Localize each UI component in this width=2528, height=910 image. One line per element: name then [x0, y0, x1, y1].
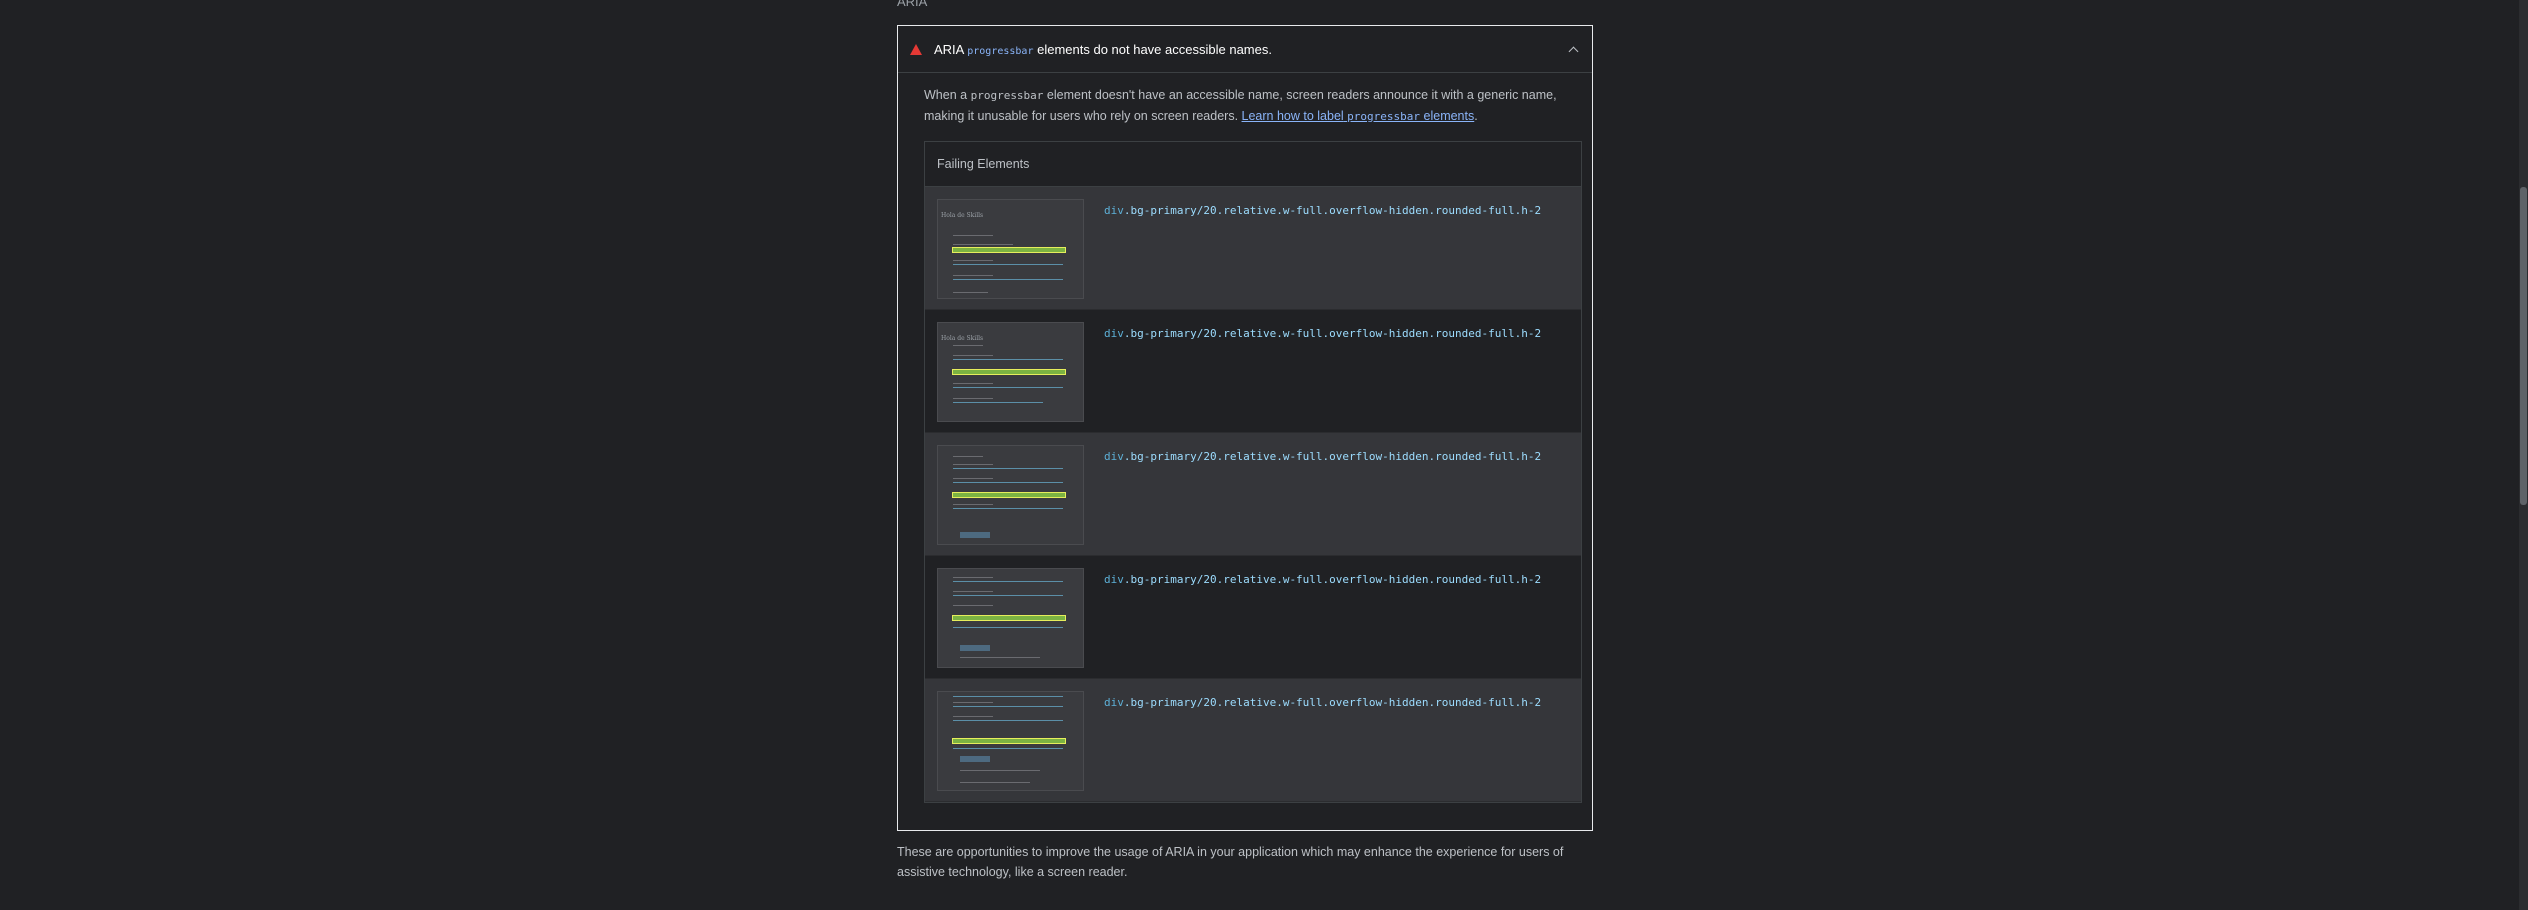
page: ARIA ARIA progressbar elements do not ha… — [0, 0, 2528, 910]
learn-more-link[interactable]: Learn how to label progressbar elements — [1242, 109, 1475, 123]
scrollbar-thumb[interactable] — [2520, 187, 2527, 505]
selector-classes: .bg-primary/20.relative.w-full.overflow-… — [1123, 204, 1542, 217]
desc-end: . — [1474, 109, 1478, 123]
thumbnail-title: Hola de Skills — [941, 212, 984, 219]
selector-classes: .bg-primary/20.relative.w-full.overflow-… — [1123, 327, 1542, 340]
selector-tag: div — [1104, 696, 1124, 709]
element-screenshot-thumbnail — [937, 445, 1084, 545]
warning-triangle-icon — [910, 43, 922, 55]
element-selector[interactable]: div.bg-primary/20.relative.w-full.overfl… — [1104, 327, 1541, 340]
element-selector[interactable]: div.bg-primary/20.relative.w-full.overfl… — [1104, 696, 1541, 709]
scrollbar[interactable] — [2519, 0, 2528, 910]
element-selector[interactable]: div.bg-primary/20.relative.w-full.overfl… — [1104, 450, 1541, 463]
audit-title-prefix: ARIA — [934, 41, 964, 57]
element-screenshot-thumbnail: Hola de Skills — [937, 322, 1084, 422]
failing-element-row[interactable]: Hola de Skills div.bg-primary/20.relativ… — [925, 187, 1581, 310]
element-selector[interactable]: div.bg-primary/20.relative.w-full.overfl… — [1104, 204, 1541, 217]
element-screenshot-thumbnail — [937, 568, 1084, 668]
audit-title-code: progressbar — [967, 45, 1034, 57]
section-description: These are opportunities to improve the u… — [897, 845, 1564, 879]
element-selector[interactable]: div.bg-primary/20.relative.w-full.overfl… — [1104, 573, 1541, 586]
failing-element-row[interactable]: div.bg-primary/20.relative.w-full.overfl… — [925, 433, 1581, 556]
failing-elements-header: Failing Elements — [925, 142, 1581, 187]
failing-element-row[interactable]: div.bg-primary/20.relative.w-full.overfl… — [925, 556, 1581, 679]
desc-code: progressbar — [970, 89, 1044, 102]
learn-prefix: Learn how to label — [1241, 109, 1344, 123]
failing-element-row[interactable]: div.bg-primary/20.relative.w-full.overfl… — [925, 679, 1581, 802]
audit-title: ARIA progressbar elements do not have ac… — [934, 42, 1570, 57]
section-heading: ARIA — [897, 0, 928, 9]
selector-classes: .bg-primary/20.relative.w-full.overflow-… — [1123, 573, 1542, 586]
failing-element-row[interactable]: Hola de Skills div.bg-primary/20.relativ… — [925, 310, 1581, 433]
audit-header[interactable]: ARIA progressbar elements do not have ac… — [898, 26, 1592, 73]
selector-tag: div — [1104, 573, 1124, 586]
learn-suffix: elements — [1423, 109, 1475, 123]
failing-elements-table: Failing Elements Hola de Skills div.bg-p… — [924, 141, 1582, 803]
selector-classes: .bg-primary/20.relative.w-full.overflow-… — [1123, 450, 1542, 463]
selector-tag: div — [1104, 327, 1124, 340]
selector-tag: div — [1104, 204, 1124, 217]
audit-panel: ARIA progressbar elements do not have ac… — [897, 25, 1593, 831]
selector-tag: div — [1104, 450, 1124, 463]
element-screenshot-thumbnail: Hola de Skills — [937, 199, 1084, 299]
learn-code: progressbar — [1347, 110, 1421, 123]
audit-title-suffix: elements do not have accessible names. — [1037, 41, 1272, 57]
selector-classes: .bg-primary/20.relative.w-full.overflow-… — [1123, 696, 1542, 709]
desc-part1: When a — [924, 88, 968, 102]
audit-description: When a progressbar element doesn't have … — [924, 85, 1580, 127]
thumbnail-title: Hola de Skills — [941, 335, 984, 342]
element-screenshot-thumbnail — [937, 691, 1084, 791]
chevron-up-icon[interactable] — [1568, 46, 1579, 56]
